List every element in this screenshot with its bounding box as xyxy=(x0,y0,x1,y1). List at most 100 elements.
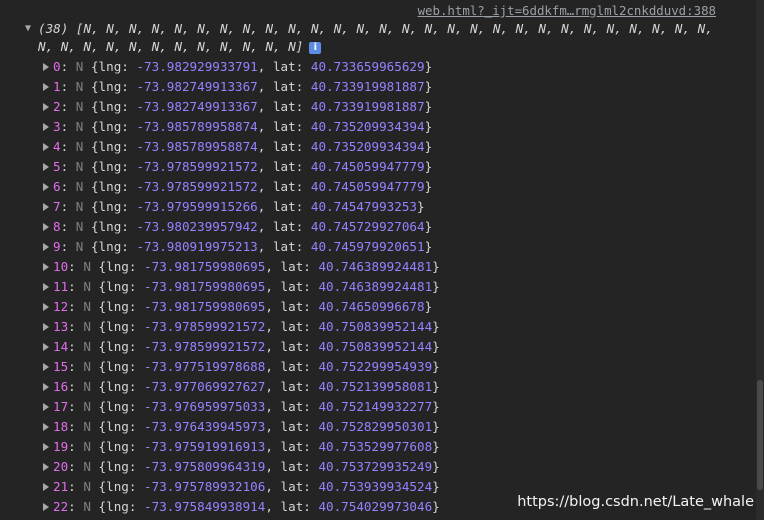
array-entry-row[interactable]: 8: N {lng: -73.980239957942, lat: 40.745… xyxy=(0,217,440,237)
expand-triangle-icon[interactable] xyxy=(43,402,49,411)
array-entry-row[interactable]: 20: N {lng: -73.975809964319, lat: 40.75… xyxy=(0,457,440,477)
source-link[interactable]: web.html?_ijt=6ddkfm…rmglml2cnkdduvd:388 xyxy=(418,3,716,18)
entry-close-brace: } xyxy=(432,379,440,394)
array-entry-row[interactable]: 5: N {lng: -73.978599921572, lat: 40.745… xyxy=(0,157,440,177)
expand-triangle-icon[interactable] xyxy=(43,342,49,351)
expand-triangle-icon[interactable] xyxy=(43,382,49,391)
entry-open-brace: { xyxy=(83,219,99,234)
expand-triangle-icon[interactable] xyxy=(43,202,49,211)
expand-triangle-icon[interactable] xyxy=(43,282,49,291)
expand-triangle-icon[interactable] xyxy=(43,242,49,251)
entry-colon: : xyxy=(68,379,84,394)
entry-open-brace: { xyxy=(83,59,99,74)
entry-type: N xyxy=(83,299,91,314)
array-entry-row[interactable]: 3: N {lng: -73.985789958874, lat: 40.735… xyxy=(0,117,440,137)
entry-close-brace: } xyxy=(432,259,440,274)
expand-triangle-icon[interactable] xyxy=(43,502,49,511)
expand-triangle-icon[interactable] xyxy=(43,82,49,91)
array-entry-row[interactable]: 13: N {lng: -73.978599921572, lat: 40.75… xyxy=(0,317,440,337)
entry-index: 20 xyxy=(53,459,69,474)
expand-triangle-icon[interactable] xyxy=(43,442,49,451)
array-entry-row[interactable]: 18: N {lng: -73.976439945973, lat: 40.75… xyxy=(0,417,440,437)
entry-open-brace: { xyxy=(90,339,107,354)
entry-open-brace: { xyxy=(90,459,107,474)
expand-triangle-icon[interactable] xyxy=(43,102,49,111)
expand-triangle-icon[interactable] xyxy=(43,162,49,171)
entry-colon: : xyxy=(68,299,84,314)
array-summary[interactable]: ▼ (38) [N, N, N, N, N, N, N, N, N, N, N,… xyxy=(0,20,740,56)
entry-lat-value: 40.754029973046 xyxy=(318,499,433,514)
expand-triangle-icon[interactable] xyxy=(43,462,49,471)
array-entry-row[interactable]: 15: N {lng: -73.977519978688, lat: 40.75… xyxy=(0,357,440,377)
array-entry-row[interactable]: 16: N {lng: -73.977069927627, lat: 40.75… xyxy=(0,377,440,397)
expand-triangle-icon[interactable] xyxy=(43,262,49,271)
vertical-scrollbar[interactable] xyxy=(756,0,764,520)
entry-lng-key: lng: xyxy=(106,479,145,494)
info-icon[interactable]: i xyxy=(309,41,322,54)
entry-open-brace: { xyxy=(90,499,107,514)
entry-lat-value: 40.750839952144 xyxy=(318,319,433,334)
entry-lng-value: -73.975789932106 xyxy=(144,479,266,494)
entry-close-brace: } xyxy=(432,439,440,454)
entry-close-brace: } xyxy=(432,499,440,514)
entry-lng-value: -73.982749913367 xyxy=(136,99,258,114)
entry-index: 1 xyxy=(53,79,61,94)
entry-close-brace: } xyxy=(424,299,433,314)
array-entry-row[interactable]: 7: N {lng: -73.979599915266, lat: 40.745… xyxy=(0,197,440,217)
array-entry-row[interactable]: 10: N {lng: -73.981759980695, lat: 40.74… xyxy=(0,257,440,277)
entry-lat-value: 40.753529977608 xyxy=(318,439,433,454)
entry-lat-value: 40.735209934394 xyxy=(310,119,425,134)
expand-triangle-icon[interactable] xyxy=(43,222,49,231)
expand-triangle-icon[interactable] xyxy=(43,182,49,191)
entry-close-brace: } xyxy=(424,179,433,194)
entry-lat-key: , lat: xyxy=(265,259,319,274)
entry-close-brace: } xyxy=(424,219,433,234)
array-entry-row[interactable]: 14: N {lng: -73.978599921572, lat: 40.75… xyxy=(0,337,440,357)
expand-triangle-icon[interactable] xyxy=(43,482,49,491)
entry-open-brace: { xyxy=(83,99,99,114)
entry-lng-value: -73.975809964319 xyxy=(144,459,266,474)
expand-triangle-icon[interactable] xyxy=(43,122,49,131)
expand-triangle-icon[interactable] xyxy=(43,362,49,371)
entry-lat-key: , lat: xyxy=(257,79,311,94)
array-entry-row[interactable]: 21: N {lng: -73.975789932106, lat: 40.75… xyxy=(0,477,440,497)
expand-triangle-icon[interactable] xyxy=(43,422,49,431)
entry-lat-key: , lat: xyxy=(265,319,319,334)
entry-index: 15 xyxy=(53,359,69,374)
expand-triangle-icon[interactable] xyxy=(43,322,49,331)
array-entry-row[interactable]: 0: N {lng: -73.982929933791, lat: 40.733… xyxy=(0,57,440,77)
entry-lat-key: , lat: xyxy=(257,139,311,154)
array-entry-row[interactable]: 22: N {lng: -73.975849938914, lat: 40.75… xyxy=(0,497,440,517)
entry-lat-value: 40.733919981887 xyxy=(310,99,425,114)
array-entry-row[interactable]: 4: N {lng: -73.985789958874, lat: 40.735… xyxy=(0,137,440,157)
array-entry-row[interactable]: 6: N {lng: -73.978599921572, lat: 40.745… xyxy=(0,177,440,197)
expand-triangle-icon[interactable] xyxy=(43,62,49,71)
entry-open-brace: { xyxy=(90,379,107,394)
entry-lng-key: lng: xyxy=(98,59,137,74)
array-entry-row[interactable]: 12: N {lng: -73.981759980695, lat: 40.74… xyxy=(0,297,440,317)
console-panel: web.html?_ijt=6ddkfm…rmglml2cnkdduvd:388… xyxy=(0,0,756,520)
entry-open-brace: { xyxy=(90,419,107,434)
scrollbar-thumb[interactable] xyxy=(757,380,763,490)
collapse-triangle-icon[interactable]: ▼ xyxy=(25,20,31,38)
entry-type: N xyxy=(83,319,91,334)
array-entry-row[interactable]: 9: N {lng: -73.980919975213, lat: 40.745… xyxy=(0,237,440,257)
array-entry-row[interactable]: 19: N {lng: -73.975919916913, lat: 40.75… xyxy=(0,437,440,457)
entry-lat-value: 40.733659965629 xyxy=(310,59,425,74)
entry-lat-key: , lat: xyxy=(265,299,319,314)
array-entry-row[interactable]: 2: N {lng: -73.982749913367, lat: 40.733… xyxy=(0,97,440,117)
entry-lng-key: lng: xyxy=(98,179,137,194)
expand-triangle-icon[interactable] xyxy=(43,302,49,311)
entry-close-brace: } xyxy=(432,359,440,374)
array-entry-row[interactable]: 17: N {lng: -73.976959975033, lat: 40.75… xyxy=(0,397,440,417)
entry-colon: : xyxy=(68,339,84,354)
entry-index: 21 xyxy=(53,479,69,494)
entry-type: N xyxy=(83,479,91,494)
entry-lng-key: lng: xyxy=(106,439,145,454)
entry-colon: : xyxy=(60,179,76,194)
entry-lat-value: 40.735209934394 xyxy=(310,139,425,154)
entry-colon: : xyxy=(60,239,76,254)
array-entry-row[interactable]: 11: N {lng: -73.981759980695, lat: 40.74… xyxy=(0,277,440,297)
expand-triangle-icon[interactable] xyxy=(43,142,49,151)
array-entry-row[interactable]: 1: N {lng: -73.982749913367, lat: 40.733… xyxy=(0,77,440,97)
